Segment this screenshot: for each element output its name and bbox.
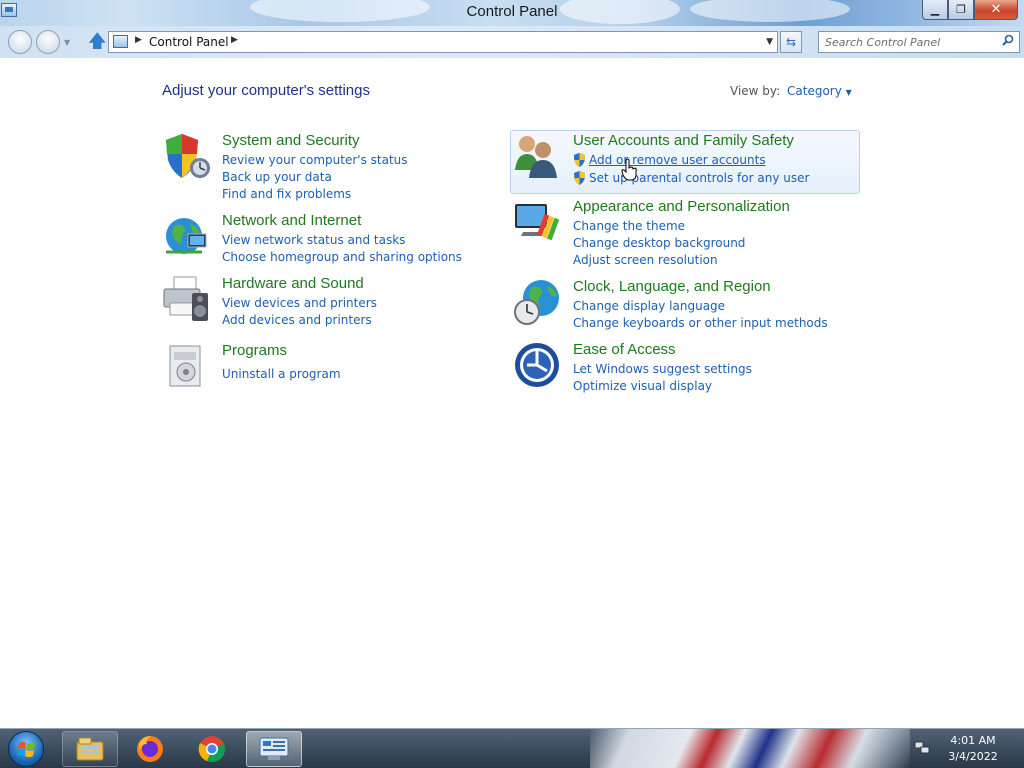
back-button[interactable] (8, 30, 32, 54)
up-arrow-icon[interactable]: 🡅 (88, 32, 107, 52)
monitor-paint-icon[interactable] (513, 198, 561, 246)
address-dropdown-icon[interactable]: ▼ (766, 37, 773, 47)
taskbar-chrome[interactable] (184, 731, 240, 767)
category-title[interactable]: User Accounts and Family Safety (573, 132, 794, 149)
category-link[interactable]: Review your computer's status (222, 153, 408, 167)
view-by-value[interactable]: Category (787, 84, 842, 98)
printer-speaker-icon[interactable] (162, 275, 210, 323)
category-link[interactable]: Change display language (573, 299, 725, 313)
breadcrumb-control-panel[interactable]: Control Panel (149, 35, 229, 49)
category-title[interactable]: Programs (222, 342, 287, 359)
recent-pages-dropdown-icon[interactable]: ▼ (64, 38, 70, 47)
uac-shield-icon (574, 171, 585, 185)
window-controls: ▁ ❐ ✕ (922, 0, 1018, 20)
category-ease-of-access: Ease of Access Let Windows suggest setti… (513, 341, 853, 393)
ease-of-access-icon[interactable] (513, 341, 561, 389)
category-title[interactable]: Ease of Access (573, 341, 676, 358)
start-button[interactable] (4, 729, 48, 768)
system-clock[interactable]: 4:01 AM 3/4/2022 (940, 733, 1006, 765)
category-programs: Programs Uninstall a program (162, 342, 462, 394)
category-network-internet: Network and Internet View network status… (162, 212, 462, 264)
search-icon[interactable] (1002, 34, 1014, 50)
page-heading: Adjust your computer's settings (162, 82, 370, 99)
category-system-security: System and Security Review your computer… (162, 132, 462, 202)
category-title[interactable]: Clock, Language, and Region (573, 278, 771, 295)
taskbar: 4:01 AM 3/4/2022 (0, 728, 1024, 768)
view-by-label: View by: (730, 84, 781, 98)
chevron-down-icon[interactable]: ▼ (846, 88, 852, 97)
window-title: Control Panel (466, 3, 558, 20)
category-link[interactable]: View devices and printers (222, 296, 377, 310)
category-link[interactable]: Optimize visual display (573, 379, 712, 393)
clock-time: 4:01 AM (950, 734, 996, 747)
category-link[interactable]: Add or remove user accounts (589, 153, 766, 167)
chrome-icon[interactable] (197, 734, 227, 764)
navigation-bar: ▼ 🡅 ▶ Control Panel ▶ ▼ ⇆ (0, 26, 1024, 58)
windows-explorer-icon[interactable] (75, 736, 105, 762)
breadcrumb-chevron-icon[interactable]: ▶ (231, 35, 238, 45)
close-button[interactable]: ✕ (974, 0, 1018, 20)
clock-date: 3/4/2022 (948, 750, 998, 763)
shield-icon[interactable] (162, 132, 210, 180)
category-link[interactable]: Choose homegroup and sharing options (222, 250, 462, 264)
firefox-icon[interactable] (135, 734, 165, 764)
control-panel-icon (113, 35, 128, 48)
hand-cursor-icon (621, 158, 637, 181)
category-appearance: Appearance and Personalization Change th… (513, 198, 853, 268)
category-link[interactable]: Change keyboards or other input methods (573, 316, 828, 330)
search-box[interactable] (818, 31, 1020, 53)
category-link[interactable]: Adjust screen resolution (573, 253, 718, 267)
category-link[interactable]: Uninstall a program (222, 367, 341, 381)
category-link[interactable]: View network status and tasks (222, 233, 405, 247)
category-link[interactable]: Change desktop background (573, 236, 745, 250)
network-tray-icon[interactable] (914, 741, 930, 755)
category-user-accounts: User Accounts and Family Safety Add or r… (513, 132, 853, 192)
minimize-button[interactable]: ▁ (922, 0, 948, 20)
category-clock-language: Clock, Language, and Region Change displ… (513, 278, 853, 330)
category-link[interactable]: Back up your data (222, 170, 332, 184)
category-title[interactable]: Hardware and Sound (222, 275, 364, 292)
view-by-dropdown[interactable]: Category ▼ (787, 84, 852, 98)
network-globe-icon[interactable] (162, 212, 210, 260)
forward-button[interactable] (36, 30, 60, 54)
wallpaper-strip (590, 729, 910, 768)
refresh-button[interactable]: ⇆ (780, 31, 802, 53)
category-link[interactable]: Let Windows suggest settings (573, 362, 752, 376)
category-hardware-sound: Hardware and Sound View devices and prin… (162, 275, 462, 327)
category-title[interactable]: Appearance and Personalization (573, 198, 790, 215)
search-input[interactable] (819, 32, 994, 52)
uac-shield-icon (574, 153, 585, 167)
category-title[interactable]: Network and Internet (222, 212, 361, 229)
restore-button[interactable]: ❐ (948, 0, 974, 20)
users-icon[interactable] (513, 132, 561, 180)
address-bar[interactable]: ▶ Control Panel ▶ ▼ (108, 31, 778, 53)
taskbar-windows-explorer[interactable] (62, 731, 118, 767)
taskbar-firefox[interactable] (122, 731, 178, 767)
category-link[interactable]: Add devices and printers (222, 313, 372, 327)
control-panel-content: Adjust your computer's settings View by:… (0, 58, 1024, 728)
taskbar-control-panel[interactable] (246, 731, 302, 767)
programs-icon[interactable] (162, 342, 210, 390)
clock-globe-icon[interactable] (513, 278, 561, 326)
category-title[interactable]: System and Security (222, 132, 360, 149)
control-panel-icon[interactable] (258, 736, 290, 762)
breadcrumb-chevron-icon[interactable]: ▶ (135, 35, 142, 45)
windows-logo-icon[interactable] (8, 731, 44, 767)
category-link[interactable]: Find and fix problems (222, 187, 351, 201)
category-link[interactable]: Change the theme (573, 219, 685, 233)
title-bar[interactable]: Control Panel ▁ ❐ ✕ (0, 0, 1024, 26)
